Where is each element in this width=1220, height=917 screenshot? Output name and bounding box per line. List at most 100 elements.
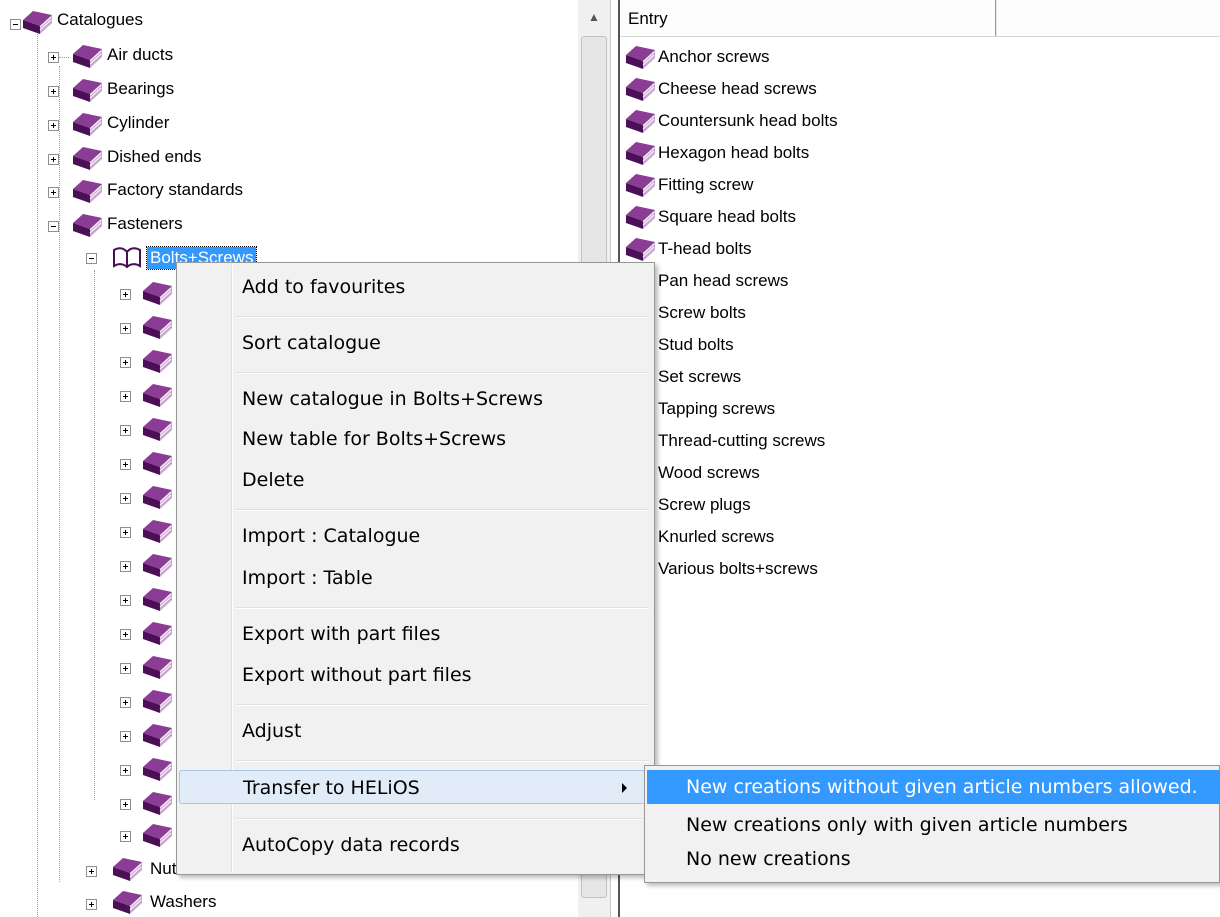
tree-item-washers[interactable]: Washers	[150, 891, 216, 913]
expand-icon[interactable]	[48, 52, 59, 63]
submenu-item-no-new-creations[interactable]: No new creations	[647, 842, 1220, 876]
menu-item-add-to-favourites[interactable]: Add to favourites	[179, 270, 652, 304]
transfer-submenu: New creations without given article numb…	[644, 765, 1220, 883]
expand-icon[interactable]	[120, 425, 131, 436]
expand-icon[interactable]	[120, 697, 131, 708]
expand-icon[interactable]	[120, 595, 131, 606]
tree-item-factory-standards[interactable]: Factory standards	[107, 179, 243, 201]
open-book-icon	[110, 244, 144, 270]
tree-item-catalogues[interactable]: Catalogues	[57, 9, 143, 31]
catalogue-book-icon	[20, 9, 54, 35]
tree-item-air-ducts[interactable]: Air ducts	[107, 44, 173, 66]
collapse-icon[interactable]	[48, 221, 59, 232]
catalogue-book-icon	[140, 382, 174, 408]
expand-icon[interactable]	[120, 289, 131, 300]
menu-item-adjust[interactable]: Adjust	[179, 714, 652, 748]
catalogue-book-icon	[140, 790, 174, 816]
list-item[interactable]: Stud bolts	[620, 330, 1180, 360]
catalogue-book-icon	[110, 856, 144, 882]
catalogue-book-icon	[140, 314, 174, 340]
tree-item-cylinder[interactable]: Cylinder	[107, 112, 169, 134]
list-header: Entry	[620, 0, 1220, 37]
menu-separator	[235, 372, 649, 374]
catalogue-book-icon	[140, 722, 174, 748]
catalogue-book-icon	[140, 450, 174, 476]
catalogue-book-icon	[70, 43, 104, 69]
menu-item-delete[interactable]: Delete	[179, 463, 652, 497]
catalogue-book-icon	[140, 822, 174, 848]
menu-item-sort-catalogue[interactable]: Sort catalogue	[179, 326, 652, 360]
catalogue-book-icon	[623, 172, 657, 198]
list-item[interactable]: Pan head screws	[620, 266, 1180, 296]
expand-icon[interactable]	[48, 187, 59, 198]
menu-item-import-catalogue[interactable]: Import : Catalogue	[179, 519, 652, 553]
tree-item-bearings[interactable]: Bearings	[107, 78, 174, 100]
expand-icon[interactable]	[120, 357, 131, 368]
catalogue-book-icon	[70, 178, 104, 204]
list-item[interactable]: T-head bolts	[620, 234, 1180, 264]
menu-item-export-with-part-files[interactable]: Export with part files	[179, 617, 652, 651]
list-item[interactable]: Fitting screw	[620, 170, 1180, 200]
catalogue-book-icon	[70, 77, 104, 103]
list-item[interactable]: Hexagon head bolts	[620, 138, 1180, 168]
list-item[interactable]: Wood screws	[620, 458, 1180, 488]
list-item[interactable]: Cheese head screws	[620, 74, 1180, 104]
expand-icon[interactable]	[48, 154, 59, 165]
catalogue-book-icon	[70, 111, 104, 137]
expand-icon[interactable]	[120, 391, 131, 402]
column-header-entry[interactable]: Entry	[620, 0, 996, 36]
catalogue-book-icon	[140, 484, 174, 510]
scroll-up-arrow-icon[interactable]: ▲	[578, 0, 610, 34]
tree-item-dished-ends[interactable]: Dished ends	[107, 146, 202, 168]
expand-icon[interactable]	[120, 629, 131, 640]
submenu-item-only-given-article-numbers[interactable]: New creations only with given article nu…	[647, 808, 1220, 842]
catalogue-book-icon	[140, 620, 174, 646]
list-item[interactable]: Anchor screws	[620, 42, 1180, 72]
expand-icon[interactable]	[120, 663, 131, 674]
menu-item-autocopy-data-records[interactable]: AutoCopy data records	[179, 828, 652, 862]
list-item[interactable]: Tapping screws	[620, 394, 1180, 424]
catalogue-book-icon	[623, 44, 657, 70]
menu-separator	[235, 704, 649, 706]
menu-separator	[235, 509, 649, 511]
expand-icon[interactable]	[48, 86, 59, 97]
list-item[interactable]: Knurled screws	[620, 522, 1180, 552]
collapse-icon[interactable]	[86, 253, 97, 264]
catalogue-book-icon	[140, 518, 174, 544]
list-item[interactable]: Countersunk head bolts	[620, 106, 1180, 136]
menu-item-export-without-part-files[interactable]: Export without part files	[179, 658, 652, 692]
submenu-item-allow-new-creations[interactable]: New creations without given article numb…	[647, 770, 1220, 804]
menu-item-import-table[interactable]: Import : Table	[179, 561, 652, 595]
catalogue-book-icon	[623, 236, 657, 262]
catalogue-book-icon	[110, 889, 144, 915]
expand-icon[interactable]	[120, 731, 131, 742]
expand-icon[interactable]	[120, 323, 131, 334]
expand-icon[interactable]	[86, 899, 97, 910]
expand-icon[interactable]	[120, 459, 131, 470]
menu-separator	[235, 316, 649, 318]
catalogue-book-icon	[140, 586, 174, 612]
catalogue-book-icon	[623, 108, 657, 134]
menu-item-new-catalogue[interactable]: New catalogue in Bolts+Screws	[179, 382, 652, 416]
catalogue-book-icon	[140, 756, 174, 782]
list-item[interactable]: Set screws	[620, 362, 1180, 392]
catalogue-book-icon	[140, 280, 174, 306]
expand-icon[interactable]	[120, 799, 131, 810]
expand-icon[interactable]	[48, 120, 59, 131]
expand-icon[interactable]	[120, 493, 131, 504]
tree-item-fasteners[interactable]: Fasteners	[107, 213, 183, 235]
menu-item-new-table[interactable]: New table for Bolts+Screws	[179, 422, 652, 456]
expand-icon[interactable]	[120, 765, 131, 776]
list-item[interactable]: Square head bolts	[620, 202, 1180, 232]
catalogue-book-icon	[623, 76, 657, 102]
list-item[interactable]: Screw plugs	[620, 490, 1180, 520]
list-item[interactable]: Screw bolts	[620, 298, 1180, 328]
expand-icon[interactable]	[120, 831, 131, 842]
list-item[interactable]: Various bolts+screws	[620, 554, 1180, 584]
list-item[interactable]: Thread-cutting screws	[620, 426, 1180, 456]
catalogue-book-icon	[623, 204, 657, 230]
menu-item-transfer-to-helios[interactable]: Transfer to HELiOS	[179, 770, 652, 804]
expand-icon[interactable]	[120, 527, 131, 538]
expand-icon[interactable]	[86, 866, 97, 877]
expand-icon[interactable]	[120, 561, 131, 572]
